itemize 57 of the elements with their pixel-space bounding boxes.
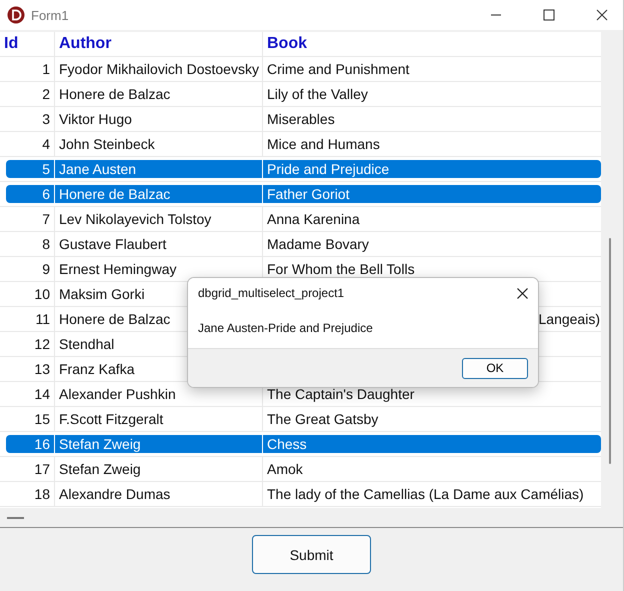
table-cell: 4 xyxy=(0,132,55,156)
table-cell: Honere de Balzac xyxy=(55,185,263,203)
table-cell: Stefan Zweig xyxy=(55,457,263,481)
table-cell-text: The lady of the Camellias (La Dame aux Camélias) xyxy=(266,485,585,504)
table-cell: Viktor Hugo xyxy=(55,107,263,131)
table-cell: Father Goriot xyxy=(263,185,601,203)
table-cell: 3 xyxy=(0,107,55,131)
table-cell: F.Scott Fitzgeralt xyxy=(55,407,263,431)
table-cell: 8 xyxy=(0,232,55,256)
table-cell-text: Madame Bovary xyxy=(266,235,370,254)
close-icon[interactable] xyxy=(517,288,528,298)
scrollbar-thumb[interactable] xyxy=(609,238,611,464)
table-cell-text: The Captain's Daughter xyxy=(266,385,416,404)
table-cell: 2 xyxy=(0,82,55,106)
window-title: Form1 xyxy=(31,8,69,22)
table-cell: Honere de Balzac xyxy=(55,82,263,106)
table-cell: 18 xyxy=(0,482,55,506)
table-cell: 14 xyxy=(0,382,55,406)
maximize-icon[interactable] xyxy=(543,9,555,21)
table-cell-text: Crime and Punishment xyxy=(266,60,410,79)
table-cell-text: For Whom the Bell Tolls xyxy=(266,260,416,279)
close-icon[interactable] xyxy=(596,9,608,21)
column-header[interactable]: Book xyxy=(263,32,601,56)
ok-button[interactable]: OK xyxy=(462,358,528,378)
table-cell-text: Mice and Humans xyxy=(266,135,381,154)
table-cell-text: Amok xyxy=(266,460,304,479)
table-cell: 10 xyxy=(0,282,55,306)
table-cell: 13 xyxy=(0,357,55,381)
table-cell: Chess xyxy=(263,435,601,453)
table-cell: 11 xyxy=(0,307,55,331)
table-cell: 6 xyxy=(6,185,55,203)
table-cell: Alexandre Dumas xyxy=(55,482,263,506)
app-icon xyxy=(7,6,25,24)
table-cell: 12 xyxy=(0,332,55,356)
table-cell: 16 xyxy=(6,435,55,453)
table-cell-text: Lily of the Valley xyxy=(266,85,369,104)
table-cell: Lev Nikolayevich Tolstoy xyxy=(55,207,263,231)
table-cell: Fyodor Mikhailovich Dostoevsky xyxy=(55,57,263,81)
table-cell: Langeais) xyxy=(538,311,600,327)
submit-button[interactable]: Submit xyxy=(252,535,371,574)
column-header[interactable]: Id xyxy=(0,32,55,56)
table-cell-text: The Great Gatsby xyxy=(266,410,380,429)
table-cell: Pride and Prejudice xyxy=(263,160,601,178)
table-cell: Stefan Zweig xyxy=(55,435,263,453)
table-cell-text: Anna Karenina xyxy=(266,210,361,229)
table-cell: Jane Austen xyxy=(55,160,263,178)
table-cell: 5 xyxy=(6,160,55,178)
table-cell: Gustave Flaubert xyxy=(55,232,263,256)
column-header[interactable]: Author xyxy=(55,32,263,56)
table-cell: John Steinbeck xyxy=(55,132,263,156)
table-cell: 15 xyxy=(0,407,55,431)
table-cell: 17 xyxy=(0,457,55,481)
scrollbar-thumb[interactable] xyxy=(7,516,24,518)
table-cell-text: Miserables xyxy=(266,110,336,129)
table-cell: 1 xyxy=(0,57,55,81)
table-cell: 9 xyxy=(0,257,55,281)
table-cell: 7 xyxy=(0,207,55,231)
